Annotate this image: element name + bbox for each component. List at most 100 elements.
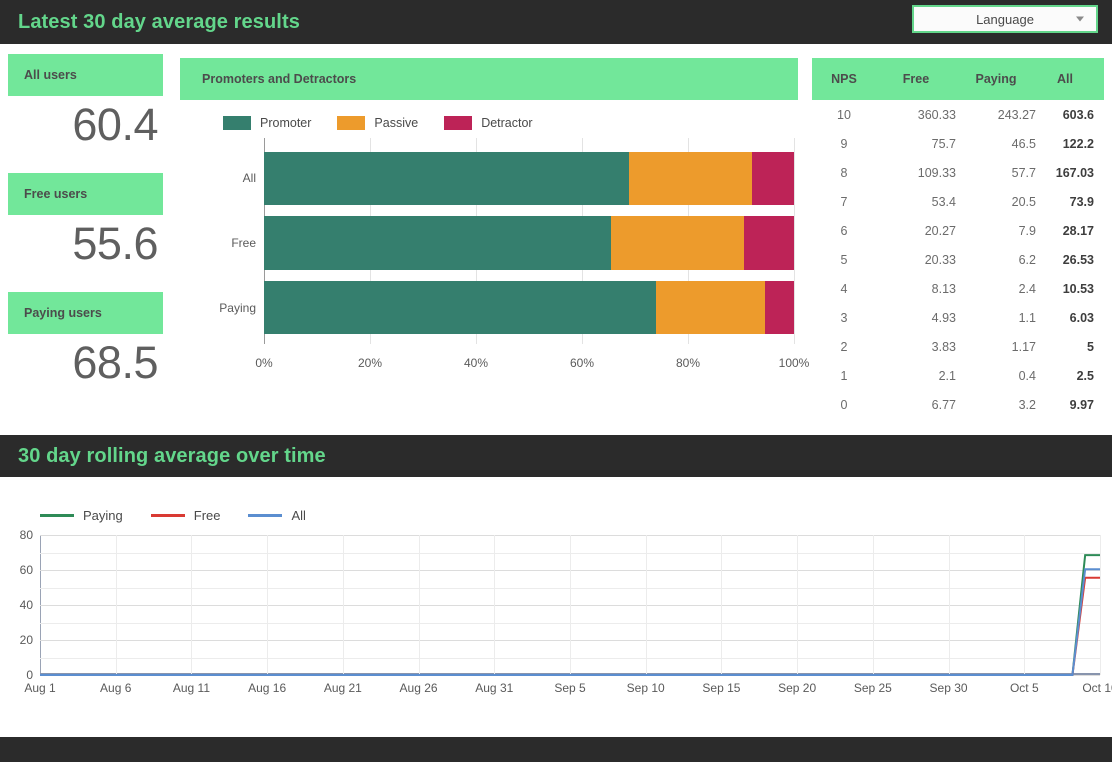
nps-cell-score: 2 — [840, 339, 848, 354]
nps-cell-all: 2.5 — [1076, 368, 1094, 383]
table-row[interactable]: 5 20.33 6.2 26.53 — [812, 245, 1104, 274]
bar-chart-x-tick-label: 60% — [569, 356, 595, 370]
line-legend-swatch-icon — [150, 514, 185, 517]
bar-segment-detractor[interactable] — [751, 151, 794, 205]
bar-segment-passive[interactable] — [611, 216, 744, 270]
table-row[interactable]: 9 75.7 46.5 122.2 — [812, 129, 1104, 158]
line-legend-item-free[interactable]: Free — [150, 508, 221, 523]
legend-label: Detractor — [481, 116, 533, 130]
bar-row-paying[interactable]: Paying — [219, 280, 794, 335]
legend-swatch-icon — [337, 116, 366, 130]
nps-cell-score: 4 — [840, 281, 848, 296]
nps-cell-paying: 6.2 — [1018, 252, 1036, 267]
nps-cell-score: 10 — [837, 107, 851, 122]
nps-cell-score: 7 — [840, 194, 848, 209]
table-row[interactable]: 7 53.4 20.5 73.9 — [812, 187, 1104, 216]
nps-cell-free: 3.83 — [931, 339, 956, 354]
kpi-card-all-users: All users 60.4 — [8, 54, 163, 154]
legend-item-passive[interactable]: Passive — [337, 116, 418, 130]
bar-category-label: All — [242, 171, 256, 186]
line-chart-x-tick-label: Oct 10 — [1082, 681, 1112, 695]
chevron-down-icon — [1076, 16, 1084, 22]
rolling-average-panel: Paying Free All 0 20 40 60 80 Aug 1 Aug 6 Aug 11 A… — [0, 477, 1112, 735]
nps-cell-free: 2.1 — [938, 368, 956, 383]
table-row[interactable]: 0 6.77 3.2 9.97 — [812, 390, 1104, 419]
nps-cell-paying: 1.17 — [1011, 339, 1036, 354]
kpi-card-column: All users 60.4 Free users 55.6 Paying us… — [8, 54, 163, 411]
line-chart-area: 0 20 40 60 80 Aug 1 Aug 6 Aug 11 Aug 16 Aug 21 Aug… — [0, 528, 1112, 705]
bar-row-free[interactable]: Free — [231, 216, 794, 270]
bar-segment-promoter[interactable] — [264, 216, 612, 270]
nps-cell-free: 20.27 — [924, 223, 956, 238]
line-chart-x-tick-label: Aug 11 — [172, 681, 210, 695]
nps-cell-paying: 57.7 — [1011, 165, 1036, 180]
table-row[interactable]: 4 8.13 2.4 10.53 — [812, 274, 1104, 303]
nps-cell-score: 0 — [840, 397, 848, 412]
bar-category-label: Paying — [219, 300, 256, 315]
nps-cell-free: 360.33 — [917, 107, 956, 122]
table-row[interactable]: 2 3.83 1.17 5 — [812, 332, 1104, 361]
line-legend-item-all[interactable]: All — [248, 508, 306, 523]
bar-chart-x-tick-label: 100% — [778, 356, 810, 370]
nps-cell-all: 10.53 — [1062, 281, 1094, 296]
nps-cell-paying: 20.5 — [1011, 194, 1036, 209]
table-row[interactable]: 1 2.1 0.4 2.5 — [812, 361, 1104, 390]
kpi-card-paying-users: Paying users 68.5 — [8, 292, 163, 392]
kpi-card-label: Paying users — [24, 306, 102, 320]
kpi-card-header: Paying users — [8, 292, 163, 334]
line-legend-label: Free — [193, 508, 221, 523]
line-chart-plot: 0 20 40 60 80 Aug 1 Aug 6 Aug 11 Aug 16 Aug 21 Aug… — [20, 528, 1112, 695]
bar-chart-x-tick-label: 20% — [357, 356, 383, 370]
table-row[interactable]: 8 109.33 57.7 167.03 — [812, 158, 1104, 187]
nps-cell-all: 28.17 — [1062, 223, 1094, 238]
table-row[interactable]: 6 20.27 7.9 28.17 — [812, 216, 1104, 245]
bar-segment-promoter[interactable] — [264, 151, 629, 205]
bar-chart-area: 0% 20% 40% 60% 80% 100% All Free Paying — [219, 138, 809, 376]
legend-label: Passive — [374, 116, 419, 130]
nps-distribution-table: NPS Free Paying All 10 360.33 243.27 603.6 9… — [812, 58, 1104, 419]
nps-cell-free: 109.33 — [917, 165, 956, 180]
table-row[interactable]: 3 4.93 1.1 6.03 — [812, 303, 1104, 332]
line-chart-x-tick-label: Sep 25 — [853, 681, 892, 695]
nps-cell-all: 167.03 — [1055, 165, 1094, 180]
line-chart-x-tick-label: Sep 30 — [929, 681, 968, 695]
nps-table-body: 10 360.33 243.27 603.6 9 75.7 46.5 122.2 8 109.33… — [812, 100, 1104, 419]
bar-segment-detractor[interactable] — [764, 280, 794, 335]
nps-cell-all: 5 — [1087, 339, 1094, 354]
table-row[interactable]: 10 360.33 243.27 603.6 — [812, 100, 1104, 129]
line-series-paying — [40, 555, 1100, 675]
bar-row-all[interactable]: All — [243, 151, 794, 205]
line-chart-y-tick-label: 80 — [19, 528, 33, 542]
kpi-card-header: All users — [8, 54, 163, 96]
legend-item-detractor[interactable]: Detractor — [444, 116, 533, 130]
nps-cell-all: 73.9 — [1069, 194, 1094, 209]
line-chart-x-tick-label: Aug 21 — [323, 681, 362, 695]
promoters-detractors-panel: Promoters and Detractors Promoter Passive… — [180, 58, 809, 376]
nps-cell-score: 9 — [840, 136, 848, 151]
line-legend-item-paying[interactable]: Paying — [40, 508, 123, 523]
bar-segment-promoter[interactable] — [264, 280, 657, 335]
nps-column-header-paying: Paying — [975, 72, 1017, 86]
nps-cell-all: 26.53 — [1062, 252, 1094, 267]
line-chart-y-tick-label: 60 — [19, 563, 33, 577]
legend-item-promoter[interactable]: Promoter — [223, 116, 311, 130]
kpi-card-value: 55.6 — [72, 218, 158, 269]
kpi-card-value: 68.5 — [72, 337, 158, 388]
nps-cell-free: 75.7 — [931, 136, 956, 151]
language-selector[interactable]: Language — [912, 5, 1098, 33]
nps-column-header-all: All — [1057, 72, 1073, 86]
bar-segment-detractor[interactable] — [743, 216, 794, 270]
bar-segment-passive[interactable] — [628, 151, 752, 205]
nps-cell-score: 3 — [840, 310, 848, 325]
nps-cell-score: 1 — [840, 368, 848, 383]
kpi-card-label: All users — [24, 68, 77, 82]
nps-cell-free: 53.4 — [931, 194, 956, 209]
line-chart-x-tick-label: Sep 10 — [626, 681, 665, 695]
nps-cell-paying: 0.4 — [1018, 368, 1036, 383]
nps-column-header-nps: NPS — [831, 72, 857, 86]
line-chart-x-tick-label: Aug 1 — [24, 681, 56, 695]
nps-cell-paying: 1.1 — [1018, 310, 1036, 325]
bar-segment-passive[interactable] — [656, 280, 765, 335]
kpi-card-free-users: Free users 55.6 — [8, 173, 163, 273]
promoters-detractors-header: Promoters and Detractors — [180, 58, 798, 100]
